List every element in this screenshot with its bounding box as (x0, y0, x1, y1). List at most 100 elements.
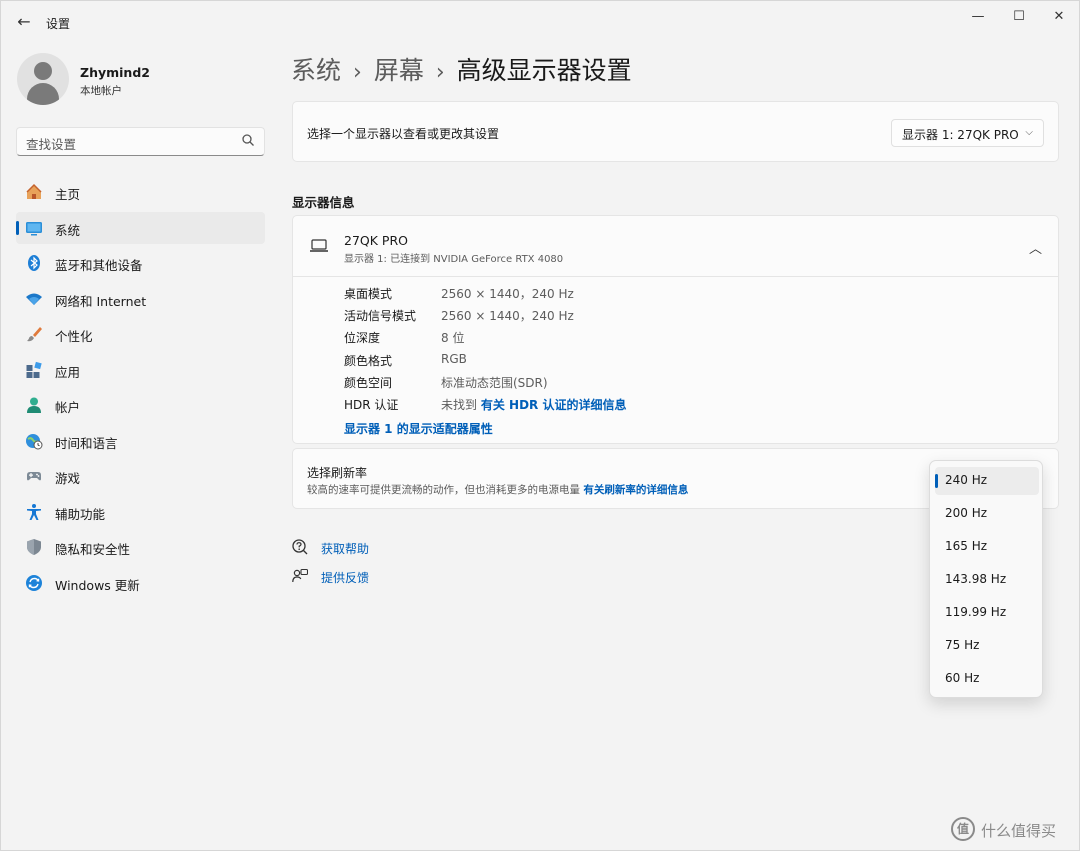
sidebar-item-bluetooth[interactable]: 蓝牙和其他设备 (16, 247, 265, 279)
chevron-down-icon: ⌵ (1025, 127, 1033, 138)
refresh-rate-title: 选择刷新率 (307, 466, 368, 480)
sidebar-item-label: 帐户 (55, 400, 81, 415)
refresh-option-label: 200 Hz (945, 506, 988, 520)
hdr-status: 未找到 (441, 397, 478, 412)
sidebar-item-label: 游戏 (55, 471, 81, 486)
refresh-option-label: 60 Hz (945, 671, 980, 685)
display-info-header[interactable]: 27QK PRO 显示器 1: 已连接到 NVIDIA GeForce RTX … (293, 216, 1058, 277)
search-placeholder: 查找设置 (26, 137, 77, 152)
display-select-dropdown[interactable]: 显示器 1: 27QK PRO ⌵ (891, 119, 1044, 147)
sidebar-item-label: 主页 (55, 187, 81, 202)
account-type: 本地帐户 (80, 85, 122, 97)
laptop-icon (310, 239, 328, 252)
feedback-label: 提供反馈 (321, 571, 370, 585)
sidebar-item-accessibility[interactable]: 辅助功能 (16, 496, 265, 528)
info-key: 桌面模式 (344, 287, 393, 301)
shield-icon (27, 539, 41, 555)
display-selector-card: 选择一个显示器以查看或更改其设置 显示器 1: 27QK PRO ⌵ (292, 101, 1059, 162)
refresh-option-label: 143.98 Hz (945, 572, 1007, 586)
display-selector-label: 选择一个显示器以查看或更改其设置 (307, 127, 500, 141)
info-key: 颜色空间 (344, 375, 393, 390)
info-value: 2560 × 1440，240 Hz (441, 309, 574, 324)
sidebar-item-label: 个性化 (55, 329, 93, 344)
chevron-up-icon[interactable]: ︿ (1029, 238, 1042, 257)
apps-icon (26, 361, 42, 378)
gamepad-icon (27, 472, 41, 481)
monitor-name: 27QK PRO (344, 233, 408, 248)
refresh-option-selected[interactable]: 240 Hz (935, 467, 1039, 495)
accessibility-icon (27, 503, 41, 520)
breadcrumb-separator: › (353, 60, 362, 85)
sidebar-item-accounts[interactable]: 帐户 (16, 389, 265, 421)
back-button[interactable]: ← (13, 11, 35, 33)
sidebar-item-system[interactable]: 系统 (16, 211, 265, 244)
display-info-card: 27QK PRO 显示器 1: 已连接到 NVIDIA GeForce RTX … (292, 215, 1059, 444)
maximize-button[interactable]: ☐ (1004, 7, 1034, 27)
sidebar-item-privacy[interactable]: 隐私和安全性 (16, 531, 265, 563)
refresh-option[interactable]: 60 Hz (935, 665, 1039, 693)
info-key: 位深度 (344, 331, 381, 346)
refresh-rate-details-link[interactable]: 有关刷新率的详细信息 (583, 484, 688, 496)
refresh-option[interactable]: 143.98 Hz (935, 566, 1039, 594)
sidebar-item-label: 隐私和安全性 (55, 542, 131, 557)
sidebar-item-gaming[interactable]: 游戏 (16, 460, 265, 492)
breadcrumb-display[interactable]: 屏幕 (374, 56, 424, 85)
refresh-option-label: 75 Hz (945, 638, 980, 652)
display-select-value: 显示器 1: 27QK PRO (902, 128, 1019, 142)
brush-icon (27, 327, 42, 342)
sidebar-nav: 主页 系统 蓝牙和其他设备 网络和 Internet 个性化 应用 帐户 时间和… (16, 176, 265, 602)
refresh-rate-description: 较高的速率可提供更流畅的动作，但也消耗更多的电源电量 有关刷新率的详细信息 (307, 482, 688, 497)
update-icon (26, 574, 42, 591)
watermark-text: 什么值得买 (981, 822, 1057, 840)
monitor-connection: 显示器 1: 已连接到 NVIDIA GeForce RTX 4080 (344, 254, 564, 265)
watermark-logo: 值 (951, 817, 975, 841)
wifi-icon (26, 293, 42, 305)
search-input[interactable]: 查找设置 (16, 127, 265, 156)
info-value: 标准动态范围(SDR) (441, 375, 548, 390)
sidebar-item-label: 网络和 Internet (55, 293, 147, 309)
search-icon (242, 134, 254, 146)
sidebar-item-label: Windows 更新 (55, 577, 140, 593)
help-chat-icon (292, 539, 308, 555)
info-value: 未找到 有关 HDR 认证的详细信息 (441, 396, 626, 413)
sidebar-item-time-language[interactable]: 时间和语言 (16, 425, 265, 457)
account-icon (27, 397, 41, 413)
sidebar-item-home[interactable]: 主页 (16, 176, 265, 208)
feedback-icon (292, 568, 308, 583)
refresh-option[interactable]: 165 Hz (935, 533, 1039, 561)
settings-window: ← 设置 — ☐ ✕ Zhymind2 本地帐户 查找设置 主页 系统 蓝牙和其… (0, 0, 1080, 851)
sidebar-item-windows-update[interactable]: Windows 更新 (16, 567, 265, 599)
refresh-option-label: 240 Hz (945, 473, 988, 487)
sidebar-item-network[interactable]: 网络和 Internet (16, 283, 265, 315)
sidebar-item-label: 应用 (55, 364, 81, 380)
section-title: 显示器信息 (292, 195, 355, 210)
info-value: 8 位 (441, 331, 465, 346)
refresh-option[interactable]: 119.99 Hz (935, 599, 1039, 627)
sidebar-item-apps[interactable]: 应用 (16, 354, 265, 386)
adapter-properties-link[interactable]: 显示器 1 的显示适配器属性 (344, 420, 493, 437)
bluetooth-icon (28, 255, 40, 271)
refresh-rate-dropdown[interactable]: 240 Hz 200 Hz 165 Hz 143.98 Hz 119.99 Hz… (929, 460, 1043, 698)
refresh-option[interactable]: 200 Hz (935, 500, 1039, 528)
info-key: HDR 认证 (344, 397, 399, 412)
get-help-label: 获取帮助 (321, 542, 370, 556)
home-icon (26, 183, 42, 199)
sidebar-item-label: 系统 (55, 222, 81, 238)
refresh-option-label: 119.99 Hz (945, 605, 1007, 619)
breadcrumb-system[interactable]: 系统 (291, 56, 341, 85)
hdr-details-link[interactable]: 有关 HDR 认证的详细信息 (481, 398, 627, 412)
breadcrumb-separator: › (435, 60, 445, 85)
avatar (17, 53, 69, 105)
page-title: 高级显示器设置 (456, 56, 632, 85)
sidebar-item-personalization[interactable]: 个性化 (16, 318, 265, 350)
user-name: Zhymind2 (80, 65, 150, 80)
info-value: 2560 × 1440，240 Hz (441, 287, 574, 301)
system-display-icon (26, 221, 42, 235)
minimize-button[interactable]: — (963, 7, 993, 27)
refresh-option-label: 165 Hz (945, 539, 988, 553)
close-button[interactable]: ✕ (1044, 7, 1074, 27)
refresh-option[interactable]: 75 Hz (935, 632, 1039, 660)
sidebar-item-label: 辅助功能 (55, 506, 106, 522)
info-key: 颜色格式 (344, 353, 393, 368)
globe-clock-icon (26, 433, 43, 449)
